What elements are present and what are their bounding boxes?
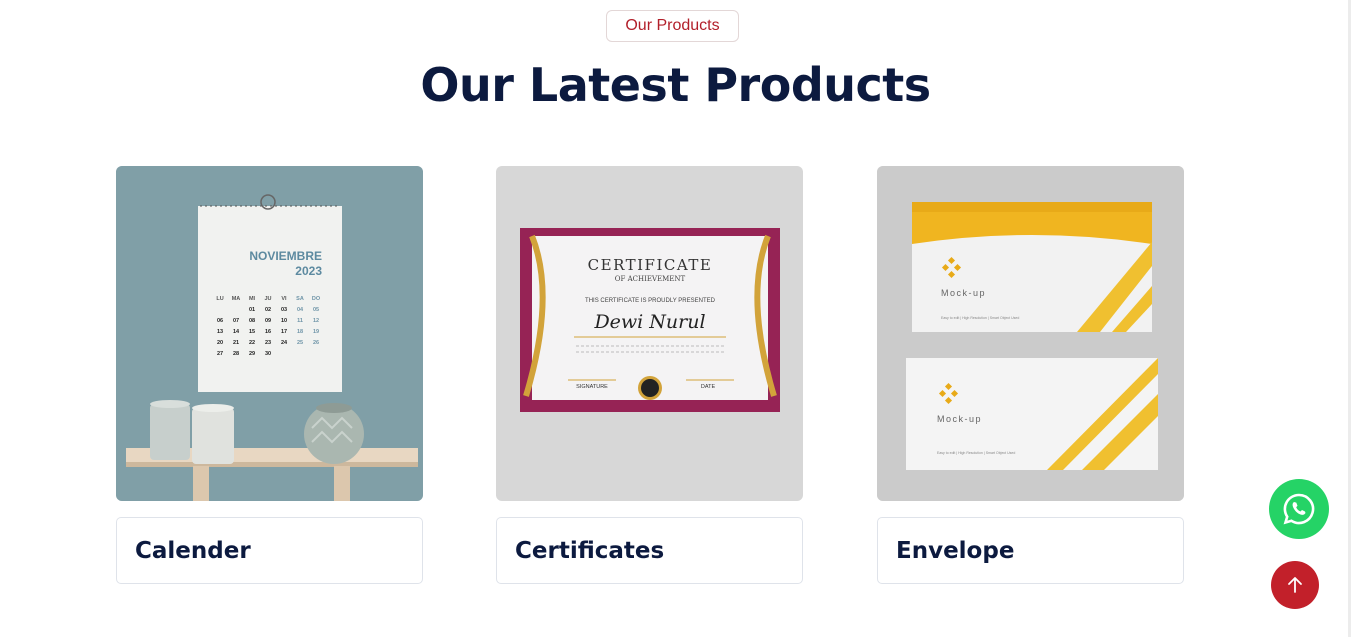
calendar-weekday: MA (232, 296, 241, 302)
calendar-weekday: VI (281, 296, 287, 302)
calendar-day: 03 (281, 307, 287, 313)
envelope-footer-bottom: Easy to edit | High Resolution | Smart O… (937, 451, 1015, 455)
certificate-recipient-text: Dewi Nurul (593, 311, 705, 333)
calendar-day: 04 (297, 307, 304, 313)
calendar-day: 06 (217, 318, 223, 324)
whatsapp-button[interactable] (1269, 479, 1329, 539)
calendar-day: 02 (265, 307, 271, 313)
calendar-product-link[interactable]: Calender (116, 517, 423, 584)
envelope-product-link[interactable]: Envelope (877, 517, 1184, 584)
calendar-day: 27 (217, 351, 223, 357)
certificate-signature-label: SIGNATURE (576, 384, 608, 390)
calendar-day: 11 (297, 318, 303, 324)
calendar-day: 15 (249, 329, 255, 335)
calendar-year-text: 2023 (295, 264, 322, 278)
scroll-to-top-button[interactable] (1271, 561, 1319, 609)
calendar-day: 24 (281, 340, 288, 346)
certificate-subheading-text: OF ACHIEVEMENT (615, 275, 686, 283)
calendar-day: 26 (313, 340, 319, 346)
calendar-day: 12 (313, 318, 319, 324)
section-badge: Our Products (606, 10, 739, 42)
calendar-day: 09 (265, 318, 271, 324)
whatsapp-icon (1283, 493, 1315, 525)
envelope-footer-top: Easy to edit | High Resolution | Smart O… (941, 316, 1019, 320)
calendar-day: 16 (265, 329, 271, 335)
calendar-day: 08 (249, 318, 255, 324)
certificate-presented-text: THIS CERTIFICATE IS PROUDLY PRESENTED (585, 298, 716, 304)
calendar-day: 30 (265, 351, 271, 357)
calendar-product-image[interactable]: NOVIEMBRE 2023 LU MA MI JU VI SA DO 01 02 03 04 05 0… (116, 166, 423, 501)
calendar-weekday: JU (264, 296, 271, 302)
calendar-day: 14 (233, 329, 240, 335)
calendar-day: 17 (281, 329, 287, 335)
calendar-day: 19 (313, 329, 319, 335)
envelope-brand-bottom: Mock-up (937, 414, 982, 424)
calendar-day: 20 (217, 340, 223, 346)
envelope-brand-top: Mock-up (941, 288, 986, 298)
calendar-weekday: SA (296, 296, 304, 302)
arrow-up-icon (1288, 577, 1302, 593)
calendar-weekday: MI (249, 296, 256, 302)
calendar-day: 13 (217, 329, 223, 335)
calendar-day: 22 (249, 340, 255, 346)
section-title: Our Latest Products (420, 58, 931, 112)
calendar-day: 28 (233, 351, 239, 357)
calendar-day: 05 (313, 307, 319, 313)
certificates-product-image[interactable]: CERTIFICATE OF ACHIEVEMENT THIS CERTIFIC… (496, 166, 803, 501)
calendar-day: 07 (233, 318, 239, 324)
calendar-month-text: NOVIEMBRE (249, 249, 322, 263)
calendar-day: 21 (233, 340, 239, 346)
certificate-heading-text: CERTIFICATE (588, 256, 713, 274)
calendar-day: 01 (249, 307, 255, 313)
calendar-day: 10 (281, 318, 287, 324)
calendar-weekday: DO (312, 296, 321, 302)
certificate-date-label: DATE (701, 384, 716, 390)
calendar-day: 18 (297, 329, 303, 335)
calendar-day: 25 (297, 340, 303, 346)
envelope-product-image[interactable]: Mock-up Easy to edit | High Resolution |… (877, 166, 1184, 501)
calendar-day: 29 (249, 351, 255, 357)
certificates-product-link[interactable]: Certificates (496, 517, 803, 584)
calendar-day: 23 (265, 340, 271, 346)
calendar-weekday: LU (216, 296, 223, 302)
